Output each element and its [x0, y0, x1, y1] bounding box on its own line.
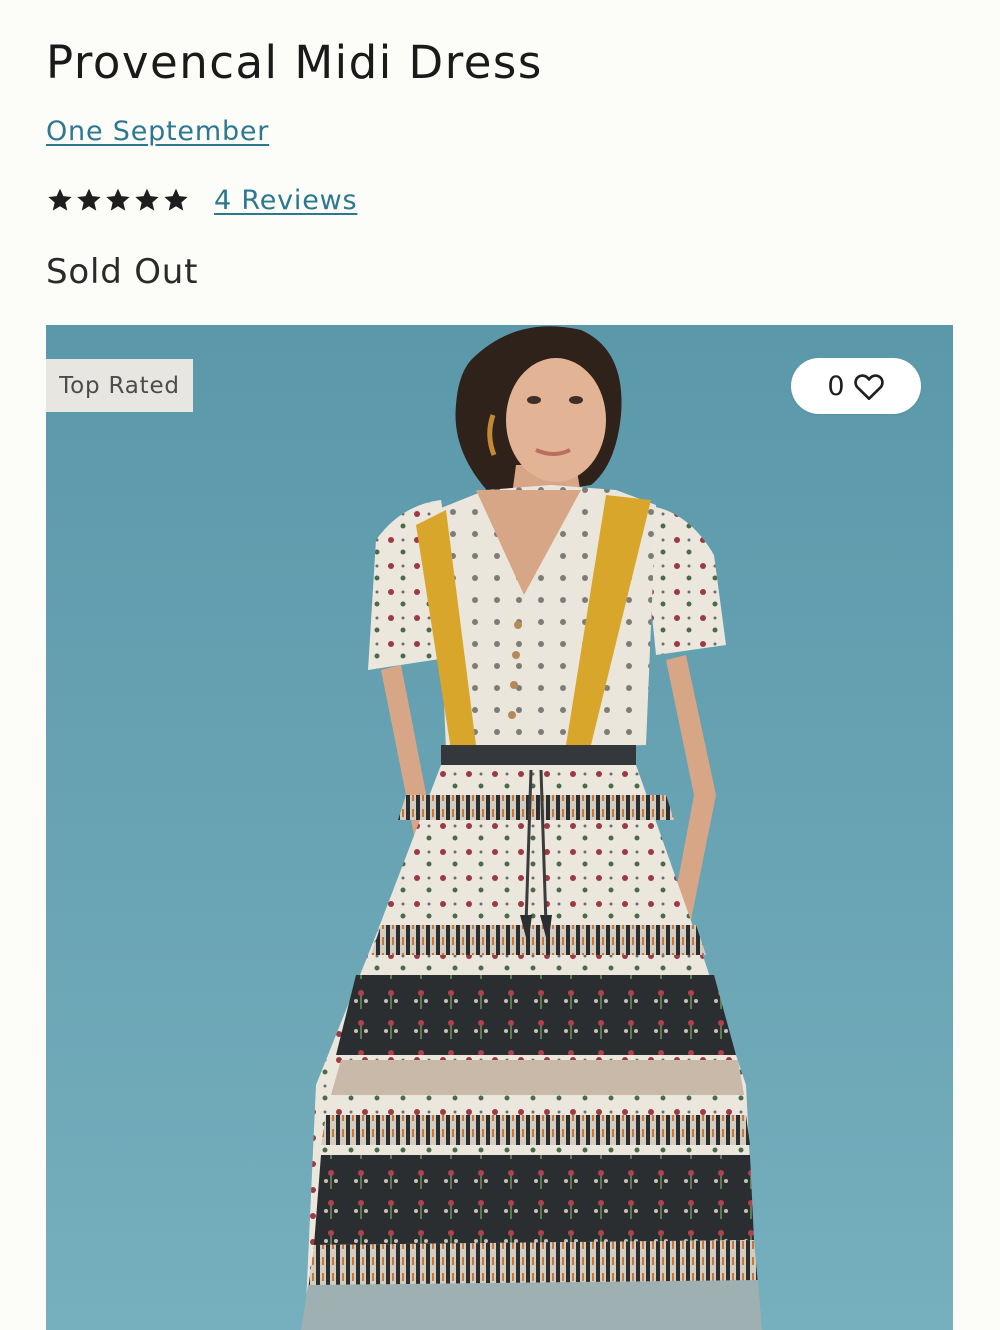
star-rating: [46, 186, 190, 214]
top-rated-badge: Top Rated: [46, 359, 193, 412]
wishlist-count: 0: [827, 370, 845, 402]
star-icon: [106, 188, 130, 211]
product-image[interactable]: Top Rated 0: [46, 325, 953, 1330]
brand-link[interactable]: One September: [46, 116, 269, 147]
dress-photo: [46, 325, 953, 1330]
star-icon: [135, 188, 159, 211]
rating-row: 4 Reviews: [46, 180, 357, 220]
star-icon: [48, 188, 72, 211]
star-icon: [164, 188, 188, 211]
product-title: Provencal Midi Dress: [46, 36, 543, 89]
star-icon: [77, 188, 101, 211]
wishlist-button[interactable]: 0: [791, 358, 921, 414]
heart-outline-icon: [853, 374, 884, 400]
stock-status: Sold Out: [46, 252, 199, 292]
reviews-link[interactable]: 4 Reviews: [214, 185, 357, 216]
